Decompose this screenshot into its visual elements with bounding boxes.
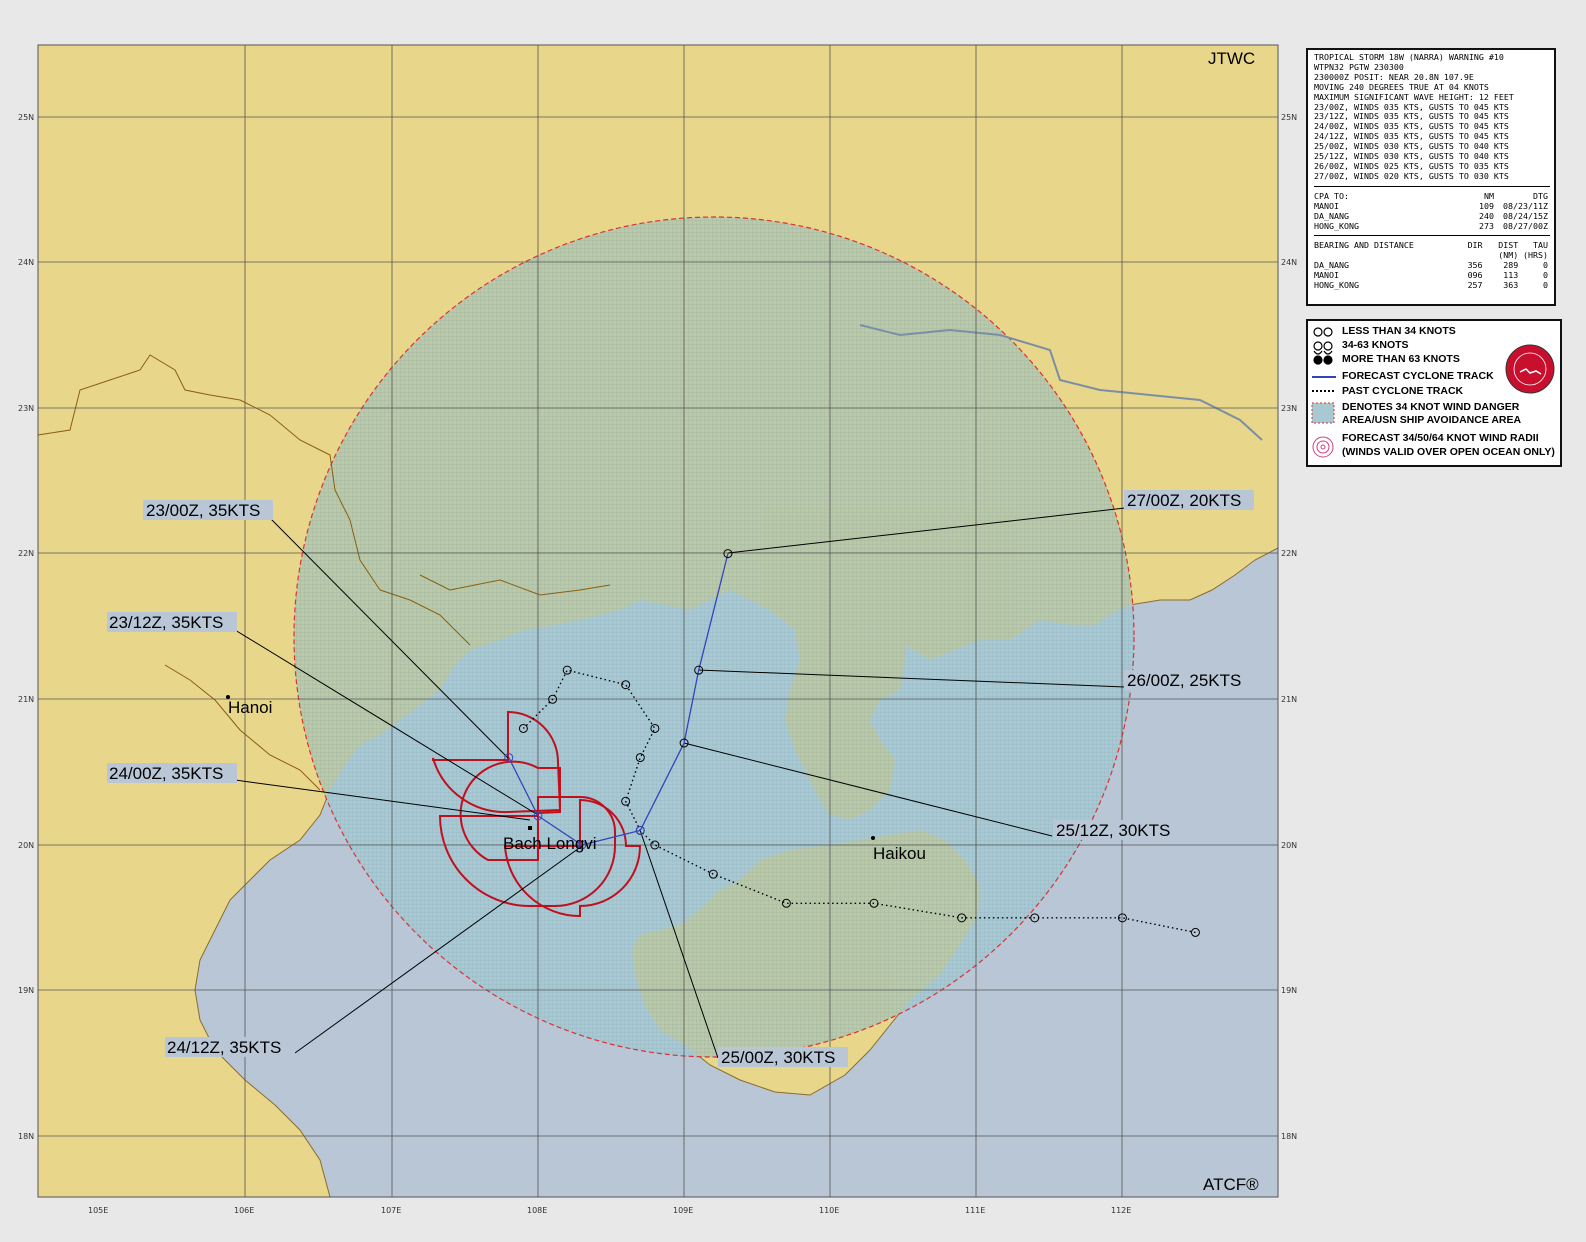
lat-label: 19N xyxy=(1281,986,1297,995)
bearing-cell: 257 xyxy=(1467,280,1483,291)
callout-26-00z: 26/00Z, 25KTS xyxy=(1127,671,1241,690)
bearing-cell: 363 xyxy=(1503,280,1519,291)
callout-25-00z: 25/00Z, 30KTS xyxy=(721,1048,835,1067)
bearing-header-label: BEARING AND DISTANCE xyxy=(1314,240,1414,251)
lat-label: 25N xyxy=(18,113,34,122)
warning-info-box: TROPICAL STORM 18W (NARRA) WARNING #10 WT… xyxy=(1306,48,1556,306)
bearing-row: HONG_KONG 257 363 0 xyxy=(1314,280,1548,291)
lon-label: 109E xyxy=(673,1206,693,1215)
cpa-row: DA_NANG 240 08/24/15Z xyxy=(1314,210,1548,222)
jtwc-seal-logo xyxy=(1505,344,1555,394)
cpa-cell: DA_NANG xyxy=(1314,210,1349,221)
warning-line: 27/00Z, WINDS 020 KTS, GUSTS TO 030 KTS xyxy=(1314,170,1509,181)
legend-item: AREA/USN SHIP AVOIDANCE AREA xyxy=(1342,414,1522,426)
lon-label: 105E xyxy=(88,1206,108,1215)
warning-text: TROPICAL STORM 18W (NARRA) WARNING #10 WT… xyxy=(1314,52,1548,182)
lon-labels: 105E 106E 107E 108E 109E 110E 111E 112E xyxy=(88,1206,1131,1215)
legend-symbols xyxy=(1311,327,1336,458)
callout-24-12z: 24/12Z, 35KTS xyxy=(167,1038,281,1057)
legend-item: PAST CYCLONE TRACK xyxy=(1342,385,1464,397)
legend-item: 34-63 KNOTS xyxy=(1342,339,1409,351)
lat-label: 18N xyxy=(18,1132,34,1141)
bearing-cell: 0 xyxy=(1543,280,1548,291)
legend-item: FORECAST 34/50/64 KNOT WIND RADII xyxy=(1342,432,1539,444)
bearing-header-dir: DIR xyxy=(1467,240,1483,251)
lat-label: 21N xyxy=(1281,695,1297,704)
danger-area-icon xyxy=(1311,402,1335,424)
lon-label: 107E xyxy=(381,1206,401,1215)
lat-label: 24N xyxy=(1281,258,1297,267)
lon-label: 111E xyxy=(965,1206,985,1215)
lon-label: 108E xyxy=(527,1206,547,1215)
lat-label: 24N xyxy=(18,258,34,267)
circle-icon xyxy=(1313,327,1323,337)
wind-radii-icon xyxy=(1312,436,1334,458)
lon-label: 112E xyxy=(1111,1206,1131,1215)
lat-label: 19N xyxy=(18,986,34,995)
bach-longvi-label: Bach Longvi xyxy=(503,834,597,853)
callout-27-00z: 27/00Z, 20KTS xyxy=(1127,491,1241,510)
callout-23-00z: 23/00Z, 35KTS xyxy=(146,501,260,520)
lat-label: 18N xyxy=(1281,1132,1297,1141)
lat-label: 22N xyxy=(1281,549,1297,558)
cpa-cell: 08/24/15Z xyxy=(1503,210,1548,221)
haikou-label: Haikou xyxy=(873,844,926,863)
lat-label: 20N xyxy=(18,841,34,850)
haikou-marker xyxy=(871,836,875,840)
hanoi-label: Hanoi xyxy=(228,698,272,717)
cpa-cell: HONG_KONG xyxy=(1314,220,1359,231)
cpa-cell: 273 xyxy=(1479,220,1494,231)
lon-label: 106E xyxy=(234,1206,254,1215)
lat-label: 23N xyxy=(1281,404,1297,413)
lat-label: 22N xyxy=(18,549,34,558)
lat-label: 23N xyxy=(18,404,34,413)
legend-item: MORE THAN 63 KNOTS xyxy=(1342,353,1460,365)
cpa-cell: 240 xyxy=(1479,210,1494,221)
callout-23-12z: 23/12Z, 35KTS xyxy=(109,613,223,632)
legend-item: (WINDS VALID OVER OPEN OCEAN ONLY) xyxy=(1342,446,1555,458)
lat-label: 25N xyxy=(1281,113,1297,122)
cpa-row: HONG_KONG 273 08/27/00Z xyxy=(1314,220,1548,232)
legend-item: FORECAST CYCLONE TRACK xyxy=(1342,370,1494,382)
callout-25-12z: 25/12Z, 30KTS xyxy=(1056,821,1170,840)
divider xyxy=(1314,185,1550,187)
callout-24-00z: 24/00Z, 35KTS xyxy=(109,764,223,783)
atcf-label: ATCF® xyxy=(1203,1175,1259,1194)
bach-longvi-marker xyxy=(528,826,532,830)
lon-label: 110E xyxy=(819,1206,839,1215)
divider xyxy=(1314,235,1550,237)
legend-item: LESS THAN 34 KNOTS xyxy=(1342,325,1456,337)
lat-label: 21N xyxy=(18,695,34,704)
legend: LESS THAN 34 KNOTS 34-63 KNOTS MORE THAN… xyxy=(1306,319,1562,467)
lat-label: 20N xyxy=(1281,841,1297,850)
bearing-cell: HONG_KONG xyxy=(1314,280,1359,291)
cpa-cell: 08/27/00Z xyxy=(1503,220,1548,231)
legend-item: DENOTES 34 KNOT WIND DANGER xyxy=(1342,401,1520,413)
jtwc-label: JTWC xyxy=(1208,49,1255,68)
